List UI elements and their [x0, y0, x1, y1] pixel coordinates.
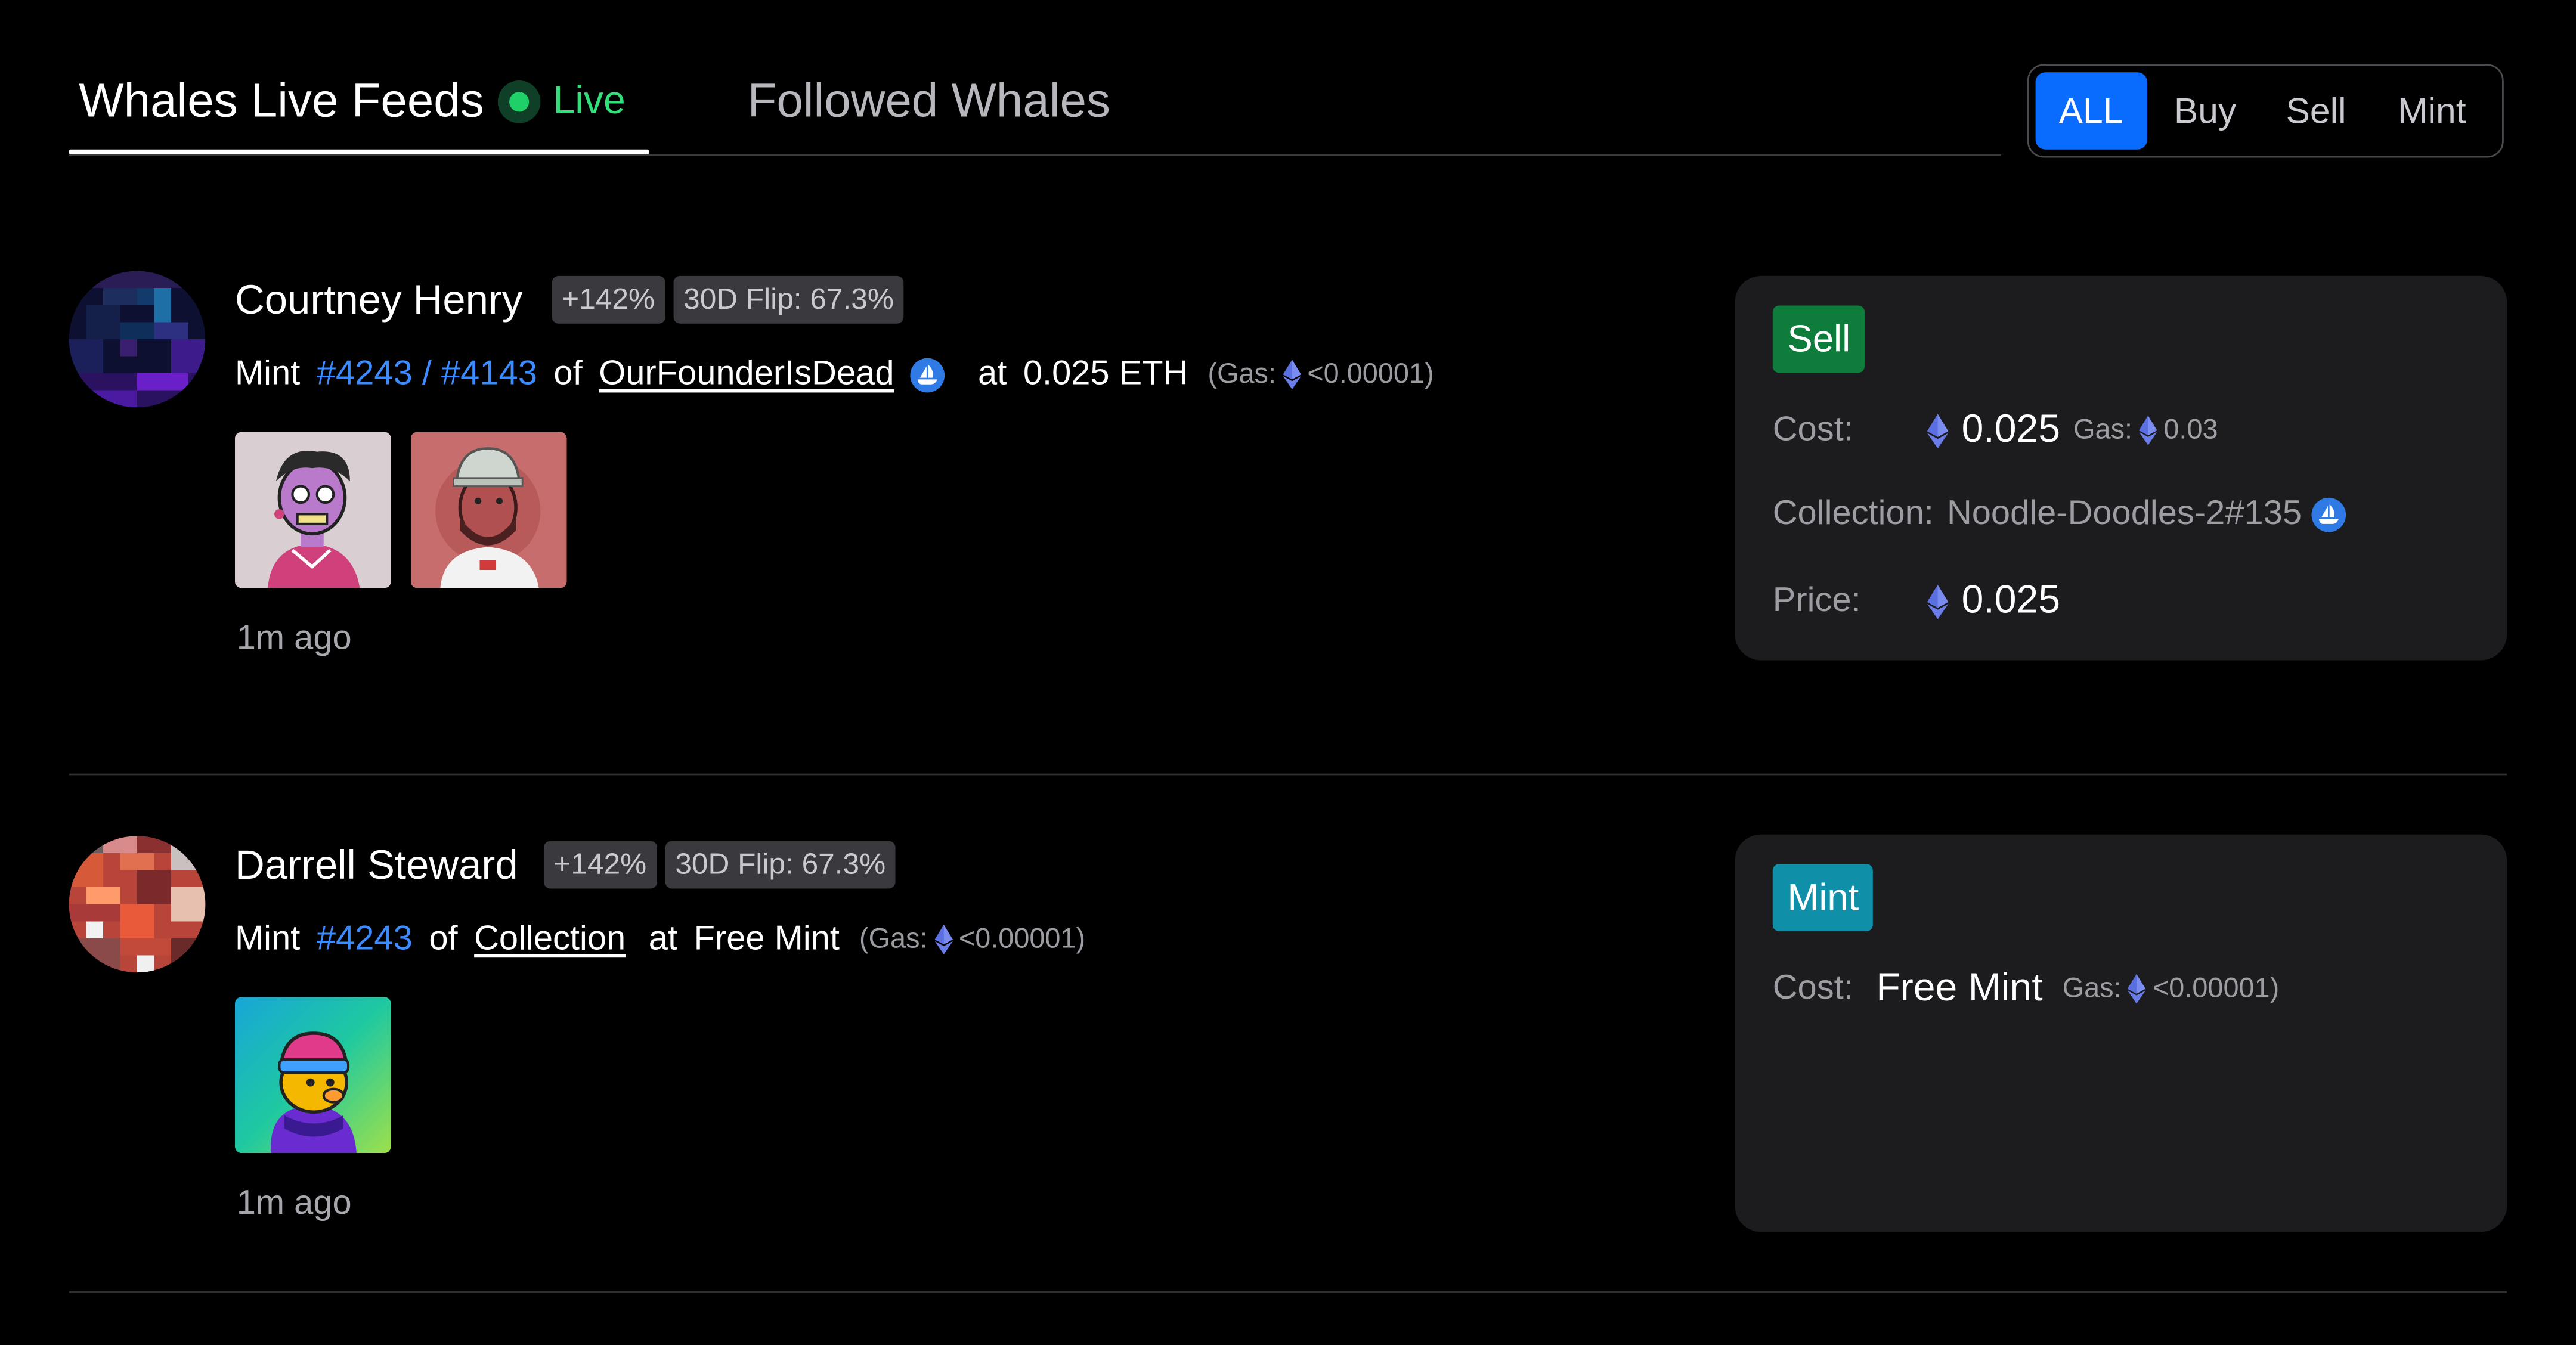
- live-status: Live: [553, 79, 626, 123]
- cost-label: Cost:: [1772, 969, 1853, 1007]
- profit-badge: +142%: [552, 275, 665, 324]
- token-link[interactable]: #4243 / #4143: [317, 352, 537, 398]
- opensea-icon[interactable]: [2312, 497, 2346, 531]
- collection-label: Collection:: [1772, 494, 1934, 532]
- price-text: 0.025 ETH: [1023, 355, 1188, 393]
- of-text: of: [553, 355, 583, 393]
- filter-mint-button[interactable]: Mint: [2368, 72, 2496, 149]
- flip-badge: 30D Flip: 67.3%: [665, 841, 896, 889]
- gas-value: <0.00001): [1307, 358, 1434, 389]
- eth-icon: [1927, 584, 1949, 618]
- avatar[interactable]: [69, 836, 206, 973]
- whale-name[interactable]: Darrell Steward: [235, 841, 518, 891]
- whale-name[interactable]: Courtney Henry: [235, 276, 522, 326]
- eth-icon: [1927, 413, 1949, 448]
- tab-followed-whales[interactable]: Followed Whales: [748, 72, 1110, 131]
- filter-all-button[interactable]: ALL: [2035, 72, 2147, 150]
- tab-live-label: Whales Live Feeds: [79, 75, 484, 128]
- mint-badge: Mint: [1772, 864, 1874, 932]
- eth-icon: [1283, 360, 1301, 389]
- transaction-detail-card: Mint Cost: Free Mint Gas: <0.00001): [1735, 834, 2507, 1232]
- eth-icon: [2128, 974, 2146, 1004]
- cost-label: Cost:: [1772, 410, 1853, 449]
- gas-label: Gas:: [2062, 972, 2122, 1004]
- tab-whales-live-feeds[interactable]: Whales Live Feeds Live: [79, 72, 626, 131]
- row-divider: [69, 1291, 2507, 1293]
- token-link[interactable]: #4243: [317, 916, 413, 962]
- activity-line: Mint #4243 / #4143 of OurFounderIsDead a…: [235, 352, 1434, 398]
- filter-sell-button[interactable]: Sell: [2264, 72, 2368, 149]
- gas-label: (Gas:: [859, 923, 928, 954]
- action-type: Mint: [234, 919, 301, 958]
- nft-thumbnail[interactable]: [234, 997, 391, 1154]
- price-row: Price: 0.025: [1773, 578, 2060, 624]
- gas-label: Gas:: [2073, 414, 2133, 445]
- nft-thumbnail[interactable]: [234, 432, 391, 588]
- gas-info: Gas: <0.00001): [2062, 972, 2280, 1005]
- flip-badge: 30D Flip: 67.3%: [673, 275, 904, 324]
- active-tab-underline: [69, 149, 649, 154]
- sell-badge: Sell: [1772, 305, 1866, 373]
- gas-info: Gas: 0.03: [2073, 414, 2218, 447]
- nft-thumbnail[interactable]: [410, 432, 567, 588]
- cost-row: Cost: Free Mint Gas: <0.00001): [1773, 966, 2279, 1012]
- price-value: 0.025: [1961, 578, 2061, 623]
- gas-info: (Gas: <0.00001): [859, 916, 1085, 962]
- type-filter: ALL Buy Sell Mint: [2027, 64, 2504, 158]
- price-text: Free Mint: [693, 919, 840, 958]
- at-text: at: [978, 355, 1007, 393]
- eth-icon: [934, 925, 952, 954]
- collection-link[interactable]: OurFounderIsDead: [599, 352, 894, 398]
- of-text: of: [429, 919, 458, 958]
- gas-value: <0.00001): [2152, 972, 2280, 1004]
- live-indicator-icon: [497, 80, 540, 123]
- collection-value[interactable]: Noodle-Doodles-2#135: [1947, 494, 2302, 534]
- action-type: Mint: [234, 355, 301, 393]
- profit-badge: +142%: [543, 841, 657, 889]
- time-ago: 1m ago: [236, 619, 352, 658]
- opensea-icon[interactable]: [911, 357, 945, 392]
- cost-value: 0.025: [1961, 407, 2061, 452]
- activity-line: Mint #4243 of Collection at Free Mint (G…: [235, 916, 1085, 962]
- filter-buy-button[interactable]: Buy: [2147, 72, 2264, 149]
- at-text: at: [648, 919, 678, 958]
- cost-row: Cost: 0.025 Gas: 0.03: [1773, 407, 2218, 453]
- cost-value: Free Mint: [1876, 965, 2043, 1011]
- row-divider: [69, 773, 2507, 776]
- eth-icon: [2139, 416, 2157, 445]
- gas-value: <0.00001): [958, 923, 1086, 954]
- gas-info: (Gas: <0.00001): [1208, 352, 1434, 398]
- gas-label: (Gas:: [1208, 358, 1276, 389]
- collection-row: Collection: Noodle-Doodles-2#135: [1773, 494, 2346, 534]
- time-ago: 1m ago: [236, 1184, 352, 1222]
- avatar[interactable]: [69, 271, 206, 408]
- gas-value: 0.03: [2163, 414, 2218, 445]
- collection-link[interactable]: Collection: [474, 916, 626, 962]
- price-label: Price:: [1772, 581, 1861, 619]
- tabs-divider: [69, 154, 2001, 156]
- transaction-detail-card: Sell Cost: 0.025 Gas: 0.03 Collection: N…: [1735, 275, 2507, 661]
